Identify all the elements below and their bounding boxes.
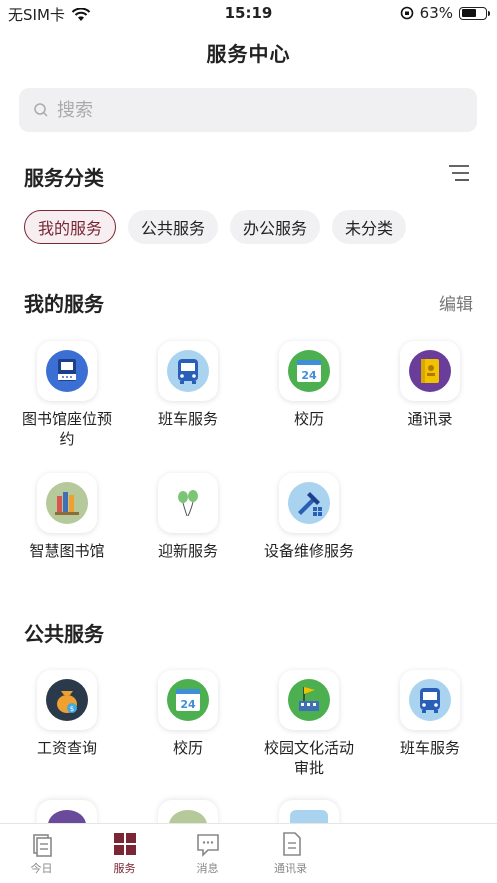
message-icon — [196, 834, 219, 857]
service-tile[interactable] — [37, 473, 97, 533]
library-seat-icon — [46, 350, 88, 392]
service-tile[interactable] — [400, 670, 460, 730]
service-label: 校园文化活动审批 — [263, 739, 354, 777]
page-title: 服务中心 — [206, 42, 291, 66]
service-item[interactable]: $ 工资查询 — [5, 670, 129, 758]
battery-icon — [459, 6, 490, 20]
service-label: 校历 — [172, 739, 203, 757]
service-label: 智慧图书馆 — [29, 542, 105, 560]
tab-services-grid[interactable]: 服务 — [83, 824, 166, 883]
contacts-icon — [282, 832, 301, 856]
public-services-title: 公共服务 — [24, 622, 104, 646]
today-icon — [32, 834, 52, 857]
sort-icon[interactable] — [449, 164, 469, 182]
svg-text:$: $ — [70, 705, 74, 713]
tab-message[interactable]: 消息 — [166, 824, 249, 883]
tab-label: 消息 — [196, 862, 219, 875]
svg-text:24: 24 — [301, 369, 317, 382]
service-item[interactable]: 校园文化活动审批 — [247, 670, 371, 778]
category-chip[interactable]: 未分类 — [332, 210, 407, 244]
svg-text:24: 24 — [180, 698, 196, 711]
service-tile[interactable]: 24 — [158, 670, 218, 730]
books-icon — [46, 482, 88, 524]
bus-icon — [167, 350, 209, 392]
service-label: 图书馆座位预约 — [21, 410, 112, 448]
service-label: 设备维修服务 — [263, 542, 354, 560]
category-chips: 我的服务 公共服务 办公服务 未分类 — [24, 210, 407, 244]
bus-icon — [409, 679, 451, 721]
tab-label: 今日 — [30, 862, 53, 875]
category-chip[interactable]: 办公服务 — [230, 210, 321, 244]
calendar-24-icon: 24 — [167, 679, 209, 721]
repair-tools-icon — [288, 482, 330, 524]
calendar-24-icon: 24 — [288, 350, 330, 392]
service-item[interactable]: 班车服务 — [368, 670, 492, 758]
contacts-book-icon — [409, 350, 451, 392]
service-tile[interactable] — [158, 341, 218, 401]
service-tile[interactable]: 24 — [279, 341, 339, 401]
category-title: 服务分类 — [24, 166, 104, 190]
service-item[interactable]: 24 校历 — [247, 341, 371, 429]
service-item[interactable]: 智慧图书馆 — [5, 473, 129, 561]
status-bar: 无SIM卡 15:19 63% — [0, 0, 497, 26]
service-item[interactable]: 设备维修服务 — [247, 473, 371, 561]
service-label: 工资查询 — [36, 739, 97, 757]
service-tile[interactable] — [37, 341, 97, 401]
service-item[interactable]: 通讯录 — [368, 341, 492, 429]
tab-today[interactable]: 今日 — [0, 824, 83, 883]
flag-building-icon — [288, 679, 330, 721]
service-tile[interactable] — [279, 670, 339, 730]
search-input[interactable] — [57, 99, 437, 121]
tab-contacts[interactable]: 通讯录 — [249, 824, 332, 883]
category-chip[interactable]: 我的服务 — [24, 210, 117, 244]
service-item[interactable]: 迎新服务 — [126, 473, 250, 561]
service-label: 班车服务 — [399, 739, 460, 757]
tab-label: 服务 — [113, 862, 136, 875]
my-services-title: 我的服务 — [24, 292, 104, 316]
service-tile[interactable] — [279, 473, 339, 533]
services-grid-icon — [113, 833, 136, 855]
service-tile[interactable]: $ — [37, 670, 97, 730]
edit-button[interactable]: 编辑 — [439, 290, 473, 315]
search-icon — [34, 103, 48, 117]
service-label: 班车服务 — [157, 410, 218, 428]
orientation-lock-icon — [400, 6, 413, 20]
service-label: 校历 — [293, 410, 324, 428]
tab-bar: 今日 服务 消息 通讯录 — [0, 823, 497, 883]
money-bag-icon: $ — [46, 679, 88, 721]
service-label: 迎新服务 — [157, 542, 218, 560]
service-item[interactable]: 班车服务 — [126, 341, 250, 429]
service-tile[interactable] — [400, 341, 460, 401]
service-label: 通讯录 — [407, 410, 453, 428]
battery-percent: 63% — [419, 4, 453, 22]
service-item[interactable]: 图书馆座位预约 — [5, 341, 129, 449]
balloons-icon — [167, 482, 209, 524]
service-item[interactable]: 24 校历 — [126, 670, 250, 758]
category-chip[interactable]: 公共服务 — [128, 210, 219, 244]
service-tile[interactable] — [158, 473, 218, 533]
tab-label: 通讯录 — [274, 862, 307, 875]
search-bar[interactable] — [19, 88, 477, 132]
